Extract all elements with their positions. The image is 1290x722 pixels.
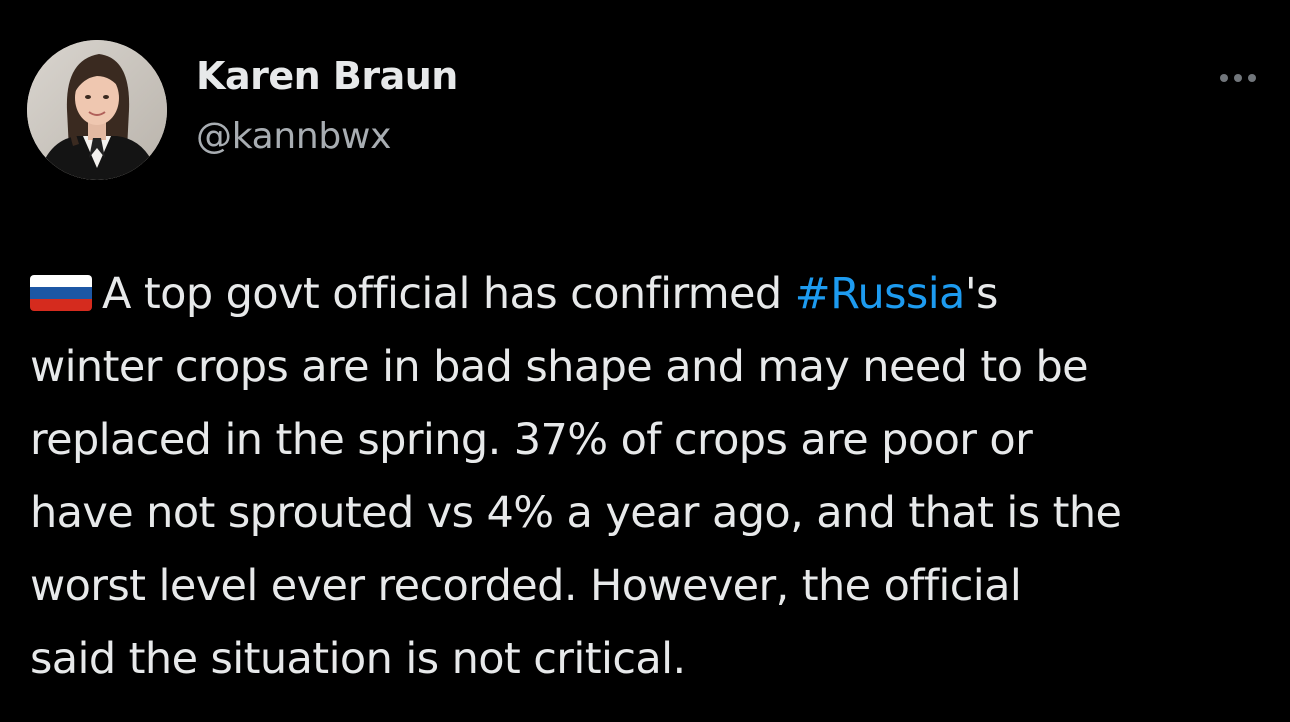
avatar[interactable] [27,40,167,180]
tweet-text: A top govt official has confirmed #Russi… [30,258,1270,696]
russia-flag-icon [30,274,92,311]
tweet-card: Karen Braun @kannbwx A top govt official… [0,0,1290,722]
display-name[interactable]: Karen Braun [196,54,458,98]
more-options-button[interactable] [1210,66,1266,90]
tweet-line: winter crops are in bad shape and may ne… [30,342,1089,392]
tweet-line: said the situation is not critical. [30,634,686,684]
tweet-line: A top govt official has confirmed #Russi… [30,258,1270,331]
user-handle[interactable]: @kannbwx [196,116,391,157]
tweet-text-segment: 's [964,269,999,319]
tweet-line: replaced in the spring. 37% of crops are… [30,415,1033,465]
tweet-line: have not sprouted vs 4% a year ago, and … [30,488,1122,538]
tweet-text-segment: A top govt official has confirmed [102,269,795,319]
more-horizontal-icon-dot [1248,74,1256,82]
more-horizontal-icon-dot [1234,74,1242,82]
hashtag-link[interactable]: #Russia [795,269,966,319]
tweet-line: worst level ever recorded. However, the … [30,561,1022,611]
more-horizontal-icon-dot [1220,74,1228,82]
